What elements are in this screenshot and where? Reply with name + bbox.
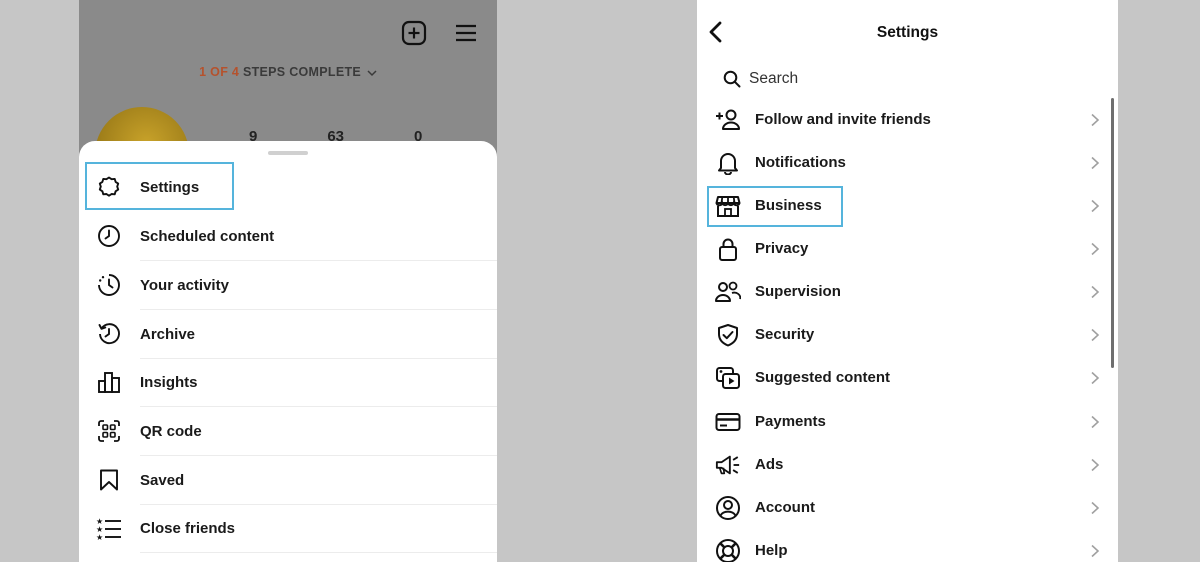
business-highlight-box <box>707 186 843 227</box>
archive-icon <box>96 321 122 347</box>
supervision-people-icon <box>715 279 741 305</box>
chevron-right-icon <box>1091 371 1100 384</box>
menu-item-label: Scheduled content <box>140 227 275 245</box>
search-bar[interactable]: Search <box>723 70 798 88</box>
settings-item-label: Ads <box>755 456 784 473</box>
menu-item-label: Archive <box>140 325 196 343</box>
insights-bar-chart-icon <box>96 369 122 395</box>
settings-item-label: Payments <box>755 413 826 430</box>
qr-code-icon <box>96 418 122 444</box>
menu-item-label: Close friends <box>140 519 236 537</box>
account-circle-icon <box>715 495 741 521</box>
chevron-right-icon <box>1091 328 1100 341</box>
settings-item-help[interactable]: Help <box>697 529 1118 562</box>
divider <box>140 551 497 553</box>
scrollbar[interactable] <box>1111 98 1114 368</box>
settings-item-label: Privacy <box>755 240 809 257</box>
page-title: Settings <box>876 24 939 41</box>
menu-item-your-activity[interactable]: Your activity <box>79 261 497 310</box>
settings-item-ads[interactable]: Ads <box>697 443 1118 486</box>
chevron-right-icon <box>1091 458 1100 471</box>
settings-item-follow-invite[interactable]: Follow and invite friends <box>697 98 1118 141</box>
hamburger-menu-icon[interactable] <box>453 20 479 46</box>
menu-item-saved[interactable]: Saved <box>79 456 497 505</box>
settings-item-label: Account <box>755 499 815 516</box>
suggested-content-icon <box>715 365 741 391</box>
activity-icon <box>96 272 122 298</box>
close-friends-list-icon: ★ ★ ★ <box>96 515 122 541</box>
credit-card-icon <box>715 409 741 435</box>
bookmark-icon <box>96 467 122 493</box>
settings-item-label: Supervision <box>755 283 841 300</box>
menu-item-archive[interactable]: Archive <box>79 310 497 359</box>
help-lifebuoy-icon <box>715 538 741 562</box>
menu-item-label: Saved <box>140 471 185 489</box>
settings-item-label: Security <box>755 326 815 343</box>
chevron-right-icon <box>1091 242 1100 255</box>
search-label: Search <box>749 70 799 87</box>
profile-top-icons <box>401 20 479 46</box>
settings-item-payments[interactable]: Payments <box>697 400 1118 443</box>
settings-item-account[interactable]: Account <box>697 486 1118 529</box>
settings-item-suggested-content[interactable]: Suggested content <box>697 356 1118 399</box>
steps-complete-banner[interactable]: 1 OF 4 STEPS COMPLETE <box>79 65 497 79</box>
chevron-right-icon <box>1091 415 1100 428</box>
menu-item-qr-code[interactable]: QR code <box>79 407 497 456</box>
add-person-icon <box>715 107 741 133</box>
megaphone-icon <box>715 452 741 478</box>
left-phone-screen: 1 OF 4 STEPS COMPLETE 9 63 0 Settings Sc… <box>79 0 497 562</box>
chevron-right-icon <box>1091 199 1100 212</box>
chevron-down-icon <box>367 70 377 76</box>
chevron-right-icon <box>1091 285 1100 298</box>
add-post-icon[interactable] <box>401 20 427 46</box>
clock-icon <box>96 223 122 249</box>
right-phone-screen: Settings Search Follow and invite friend… <box>697 0 1118 562</box>
menu-item-close-friends[interactable]: ★ ★ ★ Close friends <box>79 504 497 553</box>
menu-item-scheduled-content[interactable]: Scheduled content <box>79 212 497 261</box>
settings-item-label: Suggested content <box>755 369 891 386</box>
settings-item-supervision[interactable]: Supervision <box>697 270 1118 313</box>
chevron-right-icon <box>1091 156 1100 169</box>
shield-check-icon <box>715 322 741 348</box>
settings-item-label: Notifications <box>755 154 846 171</box>
settings-item-privacy[interactable]: Privacy <box>697 227 1118 270</box>
settings-highlight-box <box>85 162 234 210</box>
search-icon <box>723 70 741 88</box>
bell-icon <box>715 150 741 176</box>
menu-item-label: Insights <box>140 373 198 391</box>
sheet-drag-handle[interactable] <box>268 151 308 155</box>
menu-item-insights[interactable]: Insights <box>79 358 497 407</box>
menu-item-label: QR code <box>140 422 202 440</box>
steps-label: STEPS COMPLETE <box>239 65 362 79</box>
settings-item-label: Help <box>755 542 788 559</box>
chevron-right-icon <box>1091 544 1100 557</box>
chevron-right-icon <box>1091 113 1100 126</box>
menu-item-label: Your activity <box>140 276 229 294</box>
lock-icon <box>715 236 741 262</box>
svg-text:★: ★ <box>96 533 103 540</box>
chevron-right-icon <box>1091 501 1100 514</box>
steps-count: 1 OF 4 <box>199 65 240 79</box>
settings-item-security[interactable]: Security <box>697 313 1118 356</box>
settings-item-notifications[interactable]: Notifications <box>697 141 1118 184</box>
settings-item-label: Follow and invite friends <box>755 111 931 128</box>
